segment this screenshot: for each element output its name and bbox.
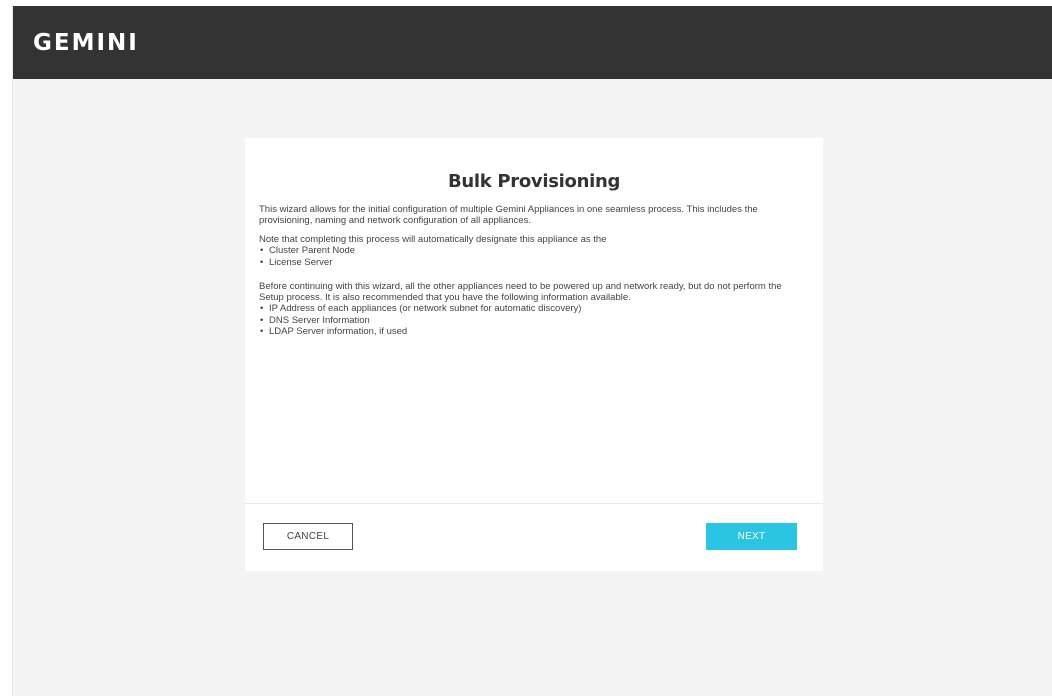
bullet-icon: •	[260, 303, 264, 314]
top-bar: GEMINI	[13, 6, 1052, 79]
cancel-button[interactable]: CANCEL	[263, 523, 353, 550]
gemini-logo[interactable]: GEMINI	[33, 30, 139, 56]
list-item: • DNS Server Information	[259, 315, 809, 327]
list-item: • Cluster Parent Node	[259, 245, 809, 257]
bullet-icon: •	[260, 314, 264, 326]
list-item-label: LDAP Server information, if used	[269, 326, 408, 337]
list-item: • LDAP Server information, if used	[259, 326, 809, 338]
bullet-icon: •	[260, 256, 264, 268]
list-item-label: DNS Server Information	[269, 314, 370, 326]
wizard-content: Bulk Provisioning This wizard allows for…	[259, 138, 809, 338]
designation-list: • Cluster Parent Node • License Server	[259, 245, 809, 268]
required-info-list: • IP Address of each appliances (or netwo…	[259, 303, 809, 338]
list-item: • License Server	[259, 257, 809, 269]
app-frame: GEMINI Bulk Provisioning This wizard all…	[12, 6, 1052, 696]
footer-divider	[245, 503, 823, 504]
list-item-label: IP Address of each appliances (or networ…	[269, 303, 582, 314]
wizard-card: Bulk Provisioning This wizard allows for…	[245, 138, 823, 571]
intro-text: This wizard allows for the initial confi…	[259, 204, 758, 226]
note-text: Note that completing this process will a…	[259, 234, 607, 245]
list-item: • IP Address of each appliances (or netwo…	[259, 303, 809, 315]
bullet-icon: •	[260, 245, 264, 256]
prerequisites-text: Before continuing with this wizard, all …	[259, 281, 782, 303]
next-button[interactable]: NEXT	[706, 523, 797, 550]
page-title: Bulk Provisioning	[447, 171, 621, 192]
bullet-icon: •	[260, 326, 264, 337]
list-item-label: License Server	[269, 256, 333, 268]
list-item-label: Cluster Parent Node	[269, 245, 356, 256]
